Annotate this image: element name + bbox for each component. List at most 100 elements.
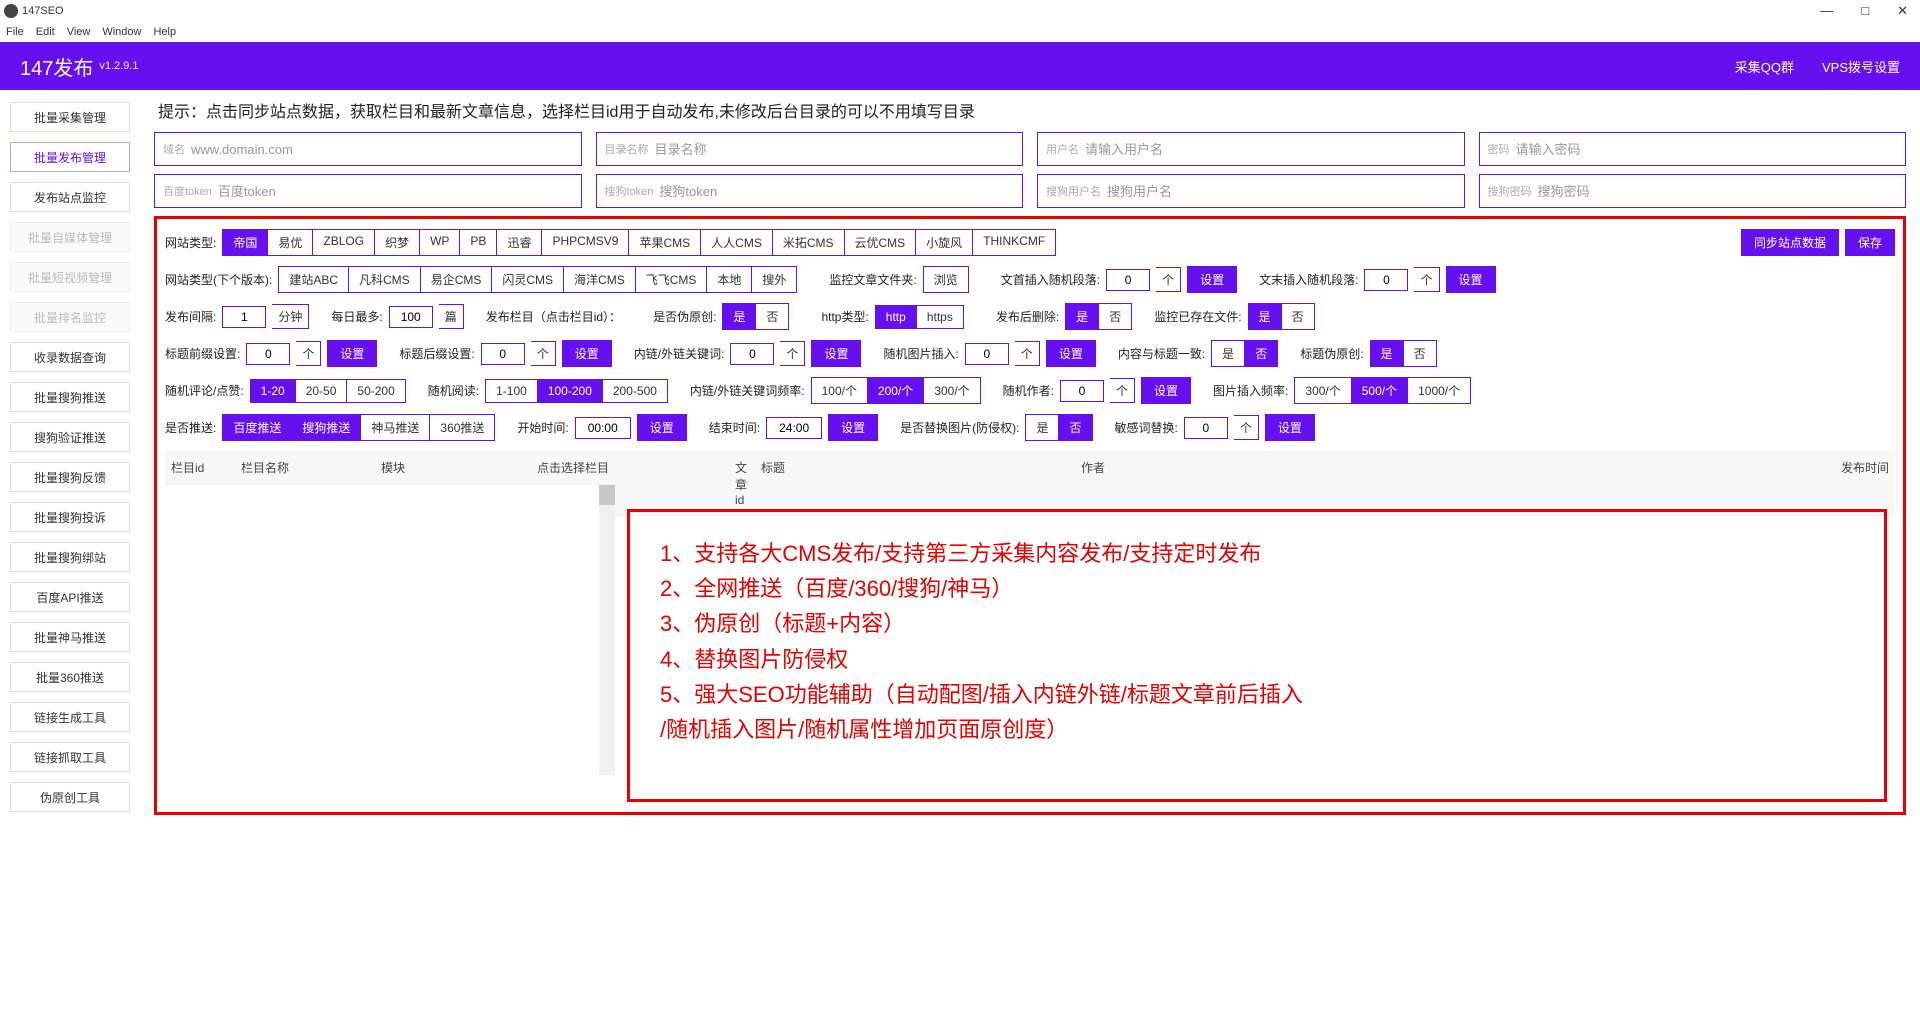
segRImg-opt-0[interactable]: 是 [1025,414,1059,441]
segMatch-opt-0[interactable]: 是 [1211,340,1245,367]
maximize-button[interactable]: □ [1861,3,1869,19]
irow2-input-2[interactable] [1107,184,1456,199]
segMatch-opt-1[interactable]: 否 [1245,340,1278,367]
segSiteType-opt-0[interactable]: 帝国 [222,229,268,256]
segSiteTypeNext-opt-5[interactable]: 飞飞CMS [636,266,708,293]
segIFreq-opt-1[interactable]: 500/个 [1352,377,1408,404]
sidebar-item-17[interactable]: 伪原创工具 [10,782,130,812]
close-button[interactable]: ✕ [1897,3,1908,19]
segLFreq-opt-1[interactable]: 200/个 [868,377,924,404]
segComment-opt-2[interactable]: 50-200 [347,379,405,403]
segSiteType-opt-6[interactable]: 迅睿 [497,229,542,256]
irow1-input-1[interactable] [655,142,1015,157]
segSiteType-opt-12[interactable]: 小旋风 [916,229,973,256]
segPush-opt-3[interactable]: 360推送 [430,414,495,441]
segRead-opt-1[interactable]: 100-200 [538,379,603,403]
segSiteType-opt-5[interactable]: PB [460,229,497,256]
irow2-input-1[interactable] [659,184,1014,199]
segIFreq-opt-2[interactable]: 1000/个 [1408,377,1471,404]
irow2-input-3[interactable] [1538,184,1898,199]
sidebar-item-16[interactable]: 链接抓取工具 [10,742,130,772]
segSiteTypeNext-opt-4[interactable]: 海洋CMS [564,266,636,293]
sidebar-item-7[interactable]: 批量搜狗推送 [10,382,130,412]
segComment-opt-0[interactable]: 1-20 [250,379,296,403]
segSiteType-opt-2[interactable]: ZBLOG [313,229,375,256]
sidebar-item-2[interactable]: 发布站点监控 [10,182,130,212]
end-time-set[interactable]: 设置 [828,414,878,441]
segIFreq-opt-0[interactable]: 300/个 [1294,377,1351,404]
insert-front-set[interactable]: 设置 [1187,266,1237,293]
rand-author-input[interactable] [1060,380,1104,402]
segTPseudo-opt-0[interactable]: 是 [1370,340,1404,367]
segSiteType-opt-7[interactable]: PHPCMSV9 [542,229,629,256]
sensitive-set[interactable]: 设置 [1265,414,1315,441]
segSiteType-opt-4[interactable]: WP [420,229,460,256]
sidebar-item-0[interactable]: 批量采集管理 [10,102,130,132]
menu-view[interactable]: View [67,26,91,38]
irow1-input-0[interactable] [191,142,573,157]
segMon-opt-0[interactable]: 是 [1248,303,1282,330]
irow1-input-2[interactable] [1085,142,1456,157]
segSiteTypeNext-opt-7[interactable]: 搜外 [752,266,797,293]
segRead-opt-0[interactable]: 1-100 [485,379,538,403]
segSiteTypeNext-opt-3[interactable]: 闪灵CMS [492,266,564,293]
insert-end-input[interactable] [1364,269,1408,291]
segSiteType-opt-3[interactable]: 织梦 [375,229,420,256]
segSiteType-opt-13[interactable]: THINKCMF [973,229,1056,256]
save-button[interactable]: 保存 [1845,229,1895,256]
sidebar-item-9[interactable]: 批量搜狗反馈 [10,462,130,492]
segComment-opt-1[interactable]: 20-50 [296,379,348,403]
interval-input[interactable] [222,306,266,328]
insert-end-set[interactable]: 设置 [1446,266,1496,293]
end-time-input[interactable] [766,417,822,439]
link-kw-set[interactable]: 设置 [811,340,861,367]
collect-qq-link[interactable]: 采集QQ群 [1735,57,1794,76]
segSiteType-opt-9[interactable]: 人人CMS [701,229,773,256]
segSiteTypeNext-opt-6[interactable]: 本地 [707,266,752,293]
sidebar-item-12[interactable]: 百度API推送 [10,582,130,612]
title-prefix-set[interactable]: 设置 [327,340,377,367]
title-suffix-set[interactable]: 设置 [562,340,612,367]
segPseudo-opt-0[interactable]: 是 [722,303,756,330]
insert-front-input[interactable] [1106,269,1150,291]
irow2-input-0[interactable] [218,184,573,199]
segMon-opt-1[interactable]: 否 [1282,303,1315,330]
title-prefix-input[interactable] [246,343,290,365]
sensitive-input[interactable] [1184,417,1228,439]
segSiteType-opt-10[interactable]: 米拓CMS [773,229,845,256]
segRImg-opt-1[interactable]: 否 [1059,414,1092,441]
segRead-opt-2[interactable]: 200-500 [603,379,668,403]
segSiteTypeNext-opt-0[interactable]: 建站ABC [278,266,349,293]
link-kw-input[interactable] [730,343,774,365]
segLFreq-opt-0[interactable]: 100/个 [811,377,868,404]
menu-file[interactable]: File [6,26,24,38]
vps-dial-link[interactable]: VPS拨号设置 [1822,57,1900,76]
segSiteType-opt-11[interactable]: 云优CMS [845,229,917,256]
sidebar-item-8[interactable]: 搜狗验证推送 [10,422,130,452]
menu-edit[interactable]: Edit [36,26,55,38]
menu-window[interactable]: Window [102,26,141,38]
menu-help[interactable]: Help [153,26,176,38]
rand-img-set[interactable]: 设置 [1046,340,1096,367]
sidebar-item-11[interactable]: 批量搜狗绑站 [10,542,130,572]
segDel-opt-1[interactable]: 否 [1099,303,1132,330]
start-time-set[interactable]: 设置 [637,414,687,441]
segPush-opt-2[interactable]: 神马推送 [361,414,430,441]
segLFreq-opt-2[interactable]: 300/个 [924,377,980,404]
segTPseudo-opt-1[interactable]: 否 [1404,340,1437,367]
scrollbar[interactable] [599,485,615,775]
sync-button[interactable]: 同步站点数据 [1741,229,1839,256]
sidebar-item-6[interactable]: 收录数据查询 [10,342,130,372]
sidebar-item-14[interactable]: 批量360推送 [10,662,130,692]
sidebar-item-10[interactable]: 批量搜狗投诉 [10,502,130,532]
title-suffix-input[interactable] [481,343,525,365]
minimize-button[interactable]: — [1820,3,1833,19]
segSiteTypeNext-opt-1[interactable]: 凡科CMS [349,266,421,293]
irow1-input-3[interactable] [1516,142,1898,157]
segHttp-opt-0[interactable]: http [875,305,917,329]
segSiteType-opt-8[interactable]: 苹果CMS [629,229,701,256]
segPseudo-opt-1[interactable]: 否 [756,303,789,330]
segSiteType-opt-1[interactable]: 易优 [268,229,313,256]
segHttp-opt-1[interactable]: https [917,305,964,329]
sidebar-item-13[interactable]: 批量神马推送 [10,622,130,652]
